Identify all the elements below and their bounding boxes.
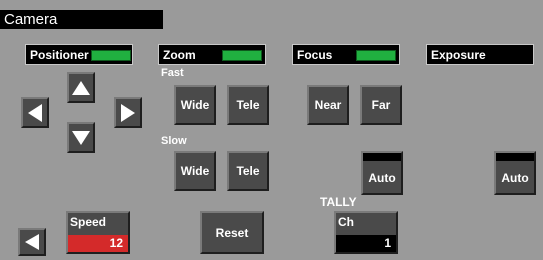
arrow-left-icon (25, 234, 39, 250)
tally-ch-label: Ch (338, 215, 354, 229)
zoom-slow-label: Slow (161, 135, 187, 147)
zoom-slow-tele-button[interactable]: Tele (227, 151, 269, 191)
speed-value: 12 (68, 235, 128, 252)
arrow-down-icon (72, 130, 90, 145)
reset-button[interactable]: Reset (200, 211, 264, 254)
window-title: Camera (0, 10, 163, 29)
focus-far-button[interactable]: Far (360, 85, 402, 125)
exposure-auto-label: Auto (501, 171, 529, 185)
pan-down-button[interactable] (67, 122, 95, 153)
zoom-header: Zoom (158, 44, 266, 65)
focus-near-button[interactable]: Near (307, 85, 349, 125)
positioner-status-led (91, 50, 131, 61)
zoom-fast-wide-button[interactable]: Wide (174, 85, 216, 125)
focus-auto-label: Auto (368, 171, 396, 185)
speed-control[interactable]: Speed 12 (66, 211, 130, 254)
speed-label: Speed (70, 215, 107, 229)
pan-right-button[interactable] (114, 97, 142, 128)
focus-auto-button[interactable]: Auto (361, 151, 403, 195)
arrow-left-icon (28, 103, 42, 122)
zoom-status-led (222, 50, 262, 61)
positioner-header: Positioner (25, 44, 133, 65)
tally-ch-value: 1 (336, 235, 396, 252)
tally-channel-control[interactable]: Ch 1 (334, 211, 398, 254)
pan-up-button[interactable] (67, 72, 95, 103)
tally-label: TALLY (320, 195, 357, 209)
positioner-label: Positioner (30, 48, 89, 62)
zoom-fast-label: Fast (161, 67, 184, 79)
arrow-up-icon (72, 80, 90, 95)
exposure-auto-indicator (496, 153, 534, 161)
focus-label: Focus (297, 48, 333, 62)
zoom-slow-wide-button[interactable]: Wide (174, 151, 216, 191)
focus-auto-indicator (363, 153, 401, 161)
arrow-right-icon (121, 103, 135, 122)
focus-header: Focus (292, 44, 400, 65)
zoom-label: Zoom (163, 48, 196, 62)
exposure-header: Exposure (426, 44, 534, 65)
zoom-fast-tele-button[interactable]: Tele (227, 85, 269, 125)
back-button[interactable] (18, 228, 46, 256)
exposure-auto-button[interactable]: Auto (494, 151, 536, 195)
exposure-label: Exposure (431, 48, 486, 62)
focus-status-led (356, 50, 396, 61)
pan-left-button[interactable] (21, 97, 49, 128)
